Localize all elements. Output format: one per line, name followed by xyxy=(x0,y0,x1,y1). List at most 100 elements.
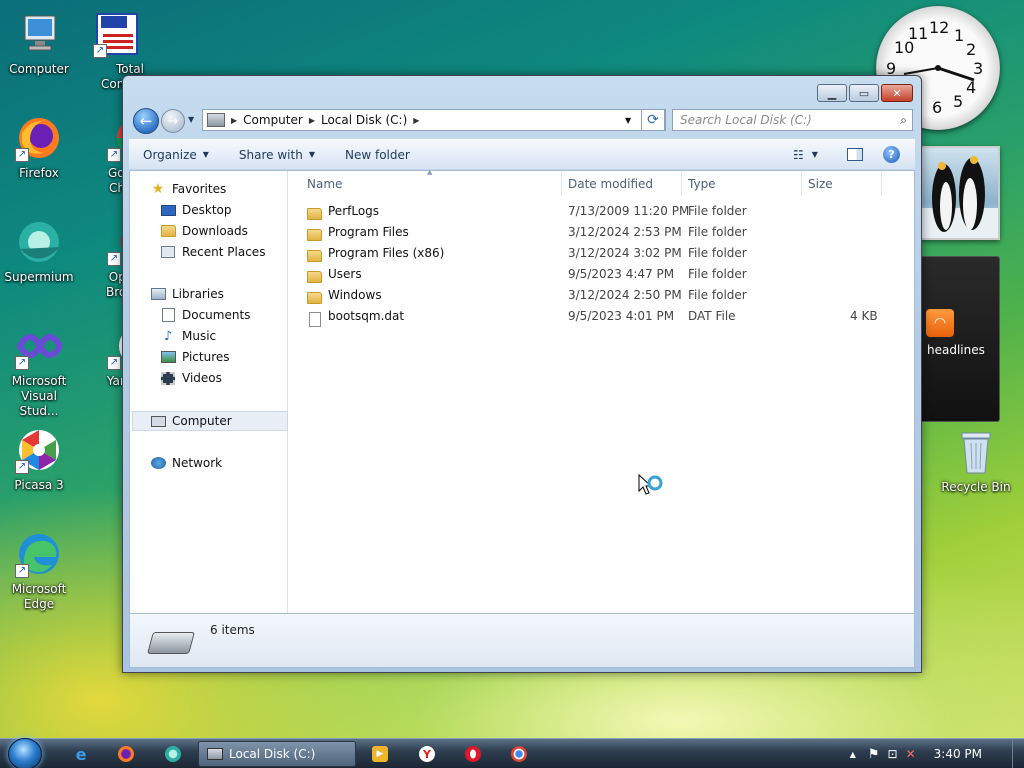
nav-favorites[interactable]: ★ Favorites xyxy=(150,179,227,199)
file-row[interactable]: PerfLogs 7/13/2009 11:20 PM File folder xyxy=(289,201,889,222)
file-type: File folder xyxy=(688,267,747,281)
search-input[interactable]: Search Local Disk (C:) xyxy=(680,113,812,127)
nav-computer[interactable]: Computer xyxy=(150,411,232,431)
nav-item-desktop[interactable]: Desktop xyxy=(160,200,232,220)
preview-pane-button[interactable] xyxy=(847,148,863,161)
action-center-flag-icon[interactable]: ⚑ xyxy=(868,747,880,762)
breadcrumb-local-disk[interactable]: Local Disk (C:) xyxy=(315,113,413,127)
edge-icon: ↗ xyxy=(15,530,63,578)
breadcrumb-separator: ▶ xyxy=(413,115,420,125)
search-icon: ⌕ xyxy=(900,112,907,127)
address-bar[interactable]: ▶ Computer ▶ Local Disk (C:) ▶ ▼ xyxy=(202,109,666,131)
taskbar-yandex[interactable]: Y xyxy=(414,743,440,765)
address-dropdown-icon[interactable]: ▼ xyxy=(625,116,631,125)
new-folder-label: New folder xyxy=(344,147,410,162)
help-button[interactable]: ? xyxy=(883,146,900,163)
nav-network[interactable]: Network xyxy=(150,453,222,473)
column-header-size[interactable]: Size xyxy=(802,171,882,196)
file-row[interactable]: Program Files (x86) 3/12/2024 3:02 PM Fi… xyxy=(289,243,889,264)
start-button[interactable] xyxy=(8,738,42,768)
nav-libraries[interactable]: Libraries xyxy=(150,284,224,304)
network-tray-icon[interactable]: ⊡ xyxy=(888,747,898,761)
firefox-icon xyxy=(118,746,134,762)
desktop-icon-recycle-bin[interactable]: Recycle Bin xyxy=(936,428,1016,495)
maximize-button[interactable]: ▭ xyxy=(849,84,879,102)
taskbar-ie[interactable]: e xyxy=(68,743,94,765)
desktop-icon-computer[interactable]: Computer xyxy=(0,10,78,77)
view-options-button[interactable]: ☷ ▼ xyxy=(793,148,818,162)
share-with-button[interactable]: Share with ▼ xyxy=(224,148,330,162)
breadcrumb-computer[interactable]: Computer xyxy=(237,113,309,127)
file-name: Windows xyxy=(328,288,382,302)
explorer-window[interactable]: ▁ ▭ ✕ ← → ▼ ▶ Computer ▶ Local Disk (C:)… xyxy=(122,75,922,673)
help-icon: ? xyxy=(888,148,895,161)
desktop-icon-firefox[interactable]: ↗ Firefox xyxy=(0,114,78,181)
nav-label: Favorites xyxy=(172,182,227,196)
taskbar-opera[interactable] xyxy=(460,743,486,765)
file-date: 9/5/2023 4:47 PM xyxy=(568,267,675,281)
back-button[interactable]: ← xyxy=(133,108,159,134)
nav-label: Recent Places xyxy=(182,245,266,259)
drive-large-icon xyxy=(147,632,195,654)
nav-item-recent-places[interactable]: Recent Places xyxy=(160,242,265,262)
desktop-icon-edge[interactable]: ↗ Microsoft Edge xyxy=(0,530,78,612)
taskbar-firefox[interactable] xyxy=(113,743,139,765)
file-type: File folder xyxy=(688,288,747,302)
file-size: 4 KB xyxy=(850,309,878,323)
show-desktop-button[interactable] xyxy=(1012,739,1024,768)
nav-label: Pictures xyxy=(182,350,230,364)
file-date: 7/13/2009 11:20 PM xyxy=(568,204,690,218)
refresh-icon: ⟳ xyxy=(647,112,659,128)
desktop-icon-visual-studio[interactable]: ↗ Microsoft Visual Stud... xyxy=(0,322,78,419)
shortcut-arrow-icon: ↗ xyxy=(15,356,29,370)
slideshow-gadget[interactable] xyxy=(918,146,1000,240)
close-button[interactable]: ✕ xyxy=(881,84,913,102)
column-header-type[interactable]: Type xyxy=(682,171,802,196)
column-header-name[interactable]: Name ▲ xyxy=(289,168,562,196)
drive-icon xyxy=(207,113,225,127)
forward-button[interactable]: → xyxy=(161,109,185,133)
nav-item-documents[interactable]: Documents xyxy=(160,305,250,325)
taskbar-supermium[interactable] xyxy=(160,743,186,765)
file-row[interactable]: Users 9/5/2023 4:47 PM File folder xyxy=(289,264,889,285)
rss-icon: ◠ xyxy=(926,309,954,337)
column-header-date[interactable]: Date modified xyxy=(562,171,682,196)
content-pane: ★ Favorites Desktop Downloads Recent Pla… xyxy=(129,168,915,614)
taskbar-clock[interactable]: 3:40 PM xyxy=(934,747,982,761)
search-box[interactable]: Search Local Disk (C:) ⌕ xyxy=(672,109,913,131)
organize-button[interactable]: Organize ▼ xyxy=(129,148,224,162)
recycle-bin-icon xyxy=(952,428,1000,476)
drive-icon xyxy=(207,748,223,760)
file-row[interactable]: Windows 3/12/2024 2:50 PM File folder xyxy=(289,285,889,306)
taskbar-chrome[interactable] xyxy=(506,743,532,765)
computer-icon xyxy=(150,414,166,428)
system-tray: ▲ ⚑ ⊡ ✕ 3:40 PM xyxy=(850,739,1024,768)
supermium-icon xyxy=(15,218,63,266)
new-folder-button[interactable]: New folder xyxy=(330,148,425,162)
desktop-icon-picasa[interactable]: ↗ Picasa 3 xyxy=(0,426,78,493)
visual-studio-icon: ↗ xyxy=(15,322,63,370)
desktop-icon-label: Supermium xyxy=(4,270,74,284)
file-row[interactable]: bootsqm.dat 9/5/2023 4:01 PM DAT File 4 … xyxy=(289,306,889,327)
computer-icon xyxy=(15,10,63,58)
file-type: DAT File xyxy=(688,309,736,323)
nav-item-videos[interactable]: Videos xyxy=(160,368,222,388)
nav-item-downloads[interactable]: Downloads xyxy=(160,221,248,241)
pictures-icon xyxy=(160,350,176,364)
nav-item-pictures[interactable]: Pictures xyxy=(160,347,230,367)
taskbar-media-player[interactable]: ▶ xyxy=(367,743,393,765)
taskbar-task-local-disk[interactable]: Local Disk (C:) xyxy=(198,741,356,767)
nav-item-music[interactable]: ♪ Music xyxy=(160,326,216,346)
refresh-button[interactable]: ⟳ xyxy=(641,109,665,131)
file-row[interactable]: Program Files 3/12/2024 2:53 PM File fol… xyxy=(289,222,889,243)
show-hidden-icons-button[interactable]: ▲ xyxy=(850,750,856,759)
volume-muted-icon[interactable]: ✕ xyxy=(906,747,916,761)
star-icon: ★ xyxy=(151,181,165,197)
minimize-button[interactable]: ▁ xyxy=(817,84,847,102)
recent-pages-button[interactable]: ▼ xyxy=(188,115,194,124)
desktop-icon-label: Computer xyxy=(9,62,69,76)
details-pane: 6 items xyxy=(129,614,915,668)
ie-icon: e xyxy=(75,744,87,764)
desktop-icon-supermium[interactable]: Supermium xyxy=(0,218,78,285)
feed-headlines-gadget[interactable]: ◠ headlines xyxy=(918,256,1000,422)
